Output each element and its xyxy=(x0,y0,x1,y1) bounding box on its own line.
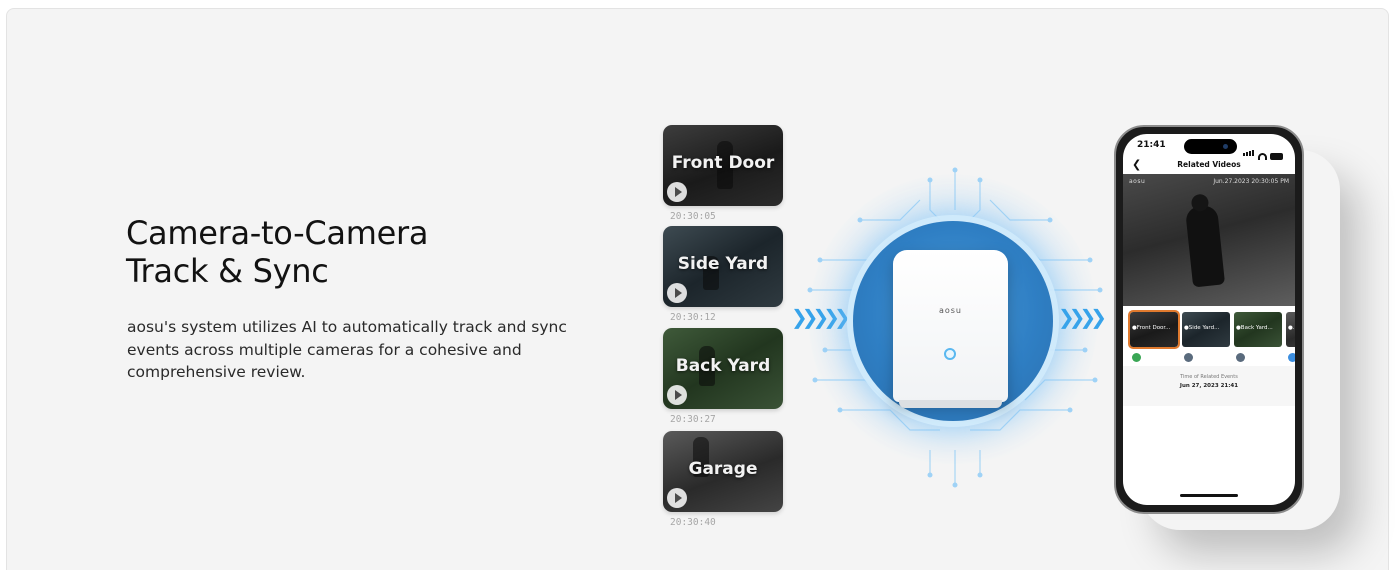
camera-dot-icon xyxy=(1288,353,1295,362)
clip-time: 20:30:40 xyxy=(670,517,716,528)
thumb-label: ●Back Yard... xyxy=(1236,325,1273,331)
play-icon[interactable] xyxy=(667,283,687,303)
play-icon[interactable] xyxy=(667,488,687,508)
status-bar: 21:41 xyxy=(1123,134,1295,160)
related-thumb-side-yard[interactable]: ●Side Yard... xyxy=(1182,312,1230,347)
play-icon[interactable] xyxy=(667,385,687,405)
phone-mockup: 21:41 ❮ Related Videos aosu Jun.27.2023 … xyxy=(1114,125,1304,514)
home-indicator xyxy=(1180,494,1238,497)
clip-time: 20:30:12 xyxy=(670,312,716,323)
camera-dot-icon xyxy=(1236,353,1245,362)
homebase-hub: aosu xyxy=(893,250,1008,408)
hub-led-icon xyxy=(944,348,956,360)
clip-label: Back Yard xyxy=(675,356,771,376)
clip-label: Garage xyxy=(688,459,758,479)
camera-dot-icon xyxy=(1184,353,1193,362)
chevron-right-icon: ❯❯❯❯❯ xyxy=(791,305,851,329)
headline-line-2: Track & Sync xyxy=(126,252,329,290)
thumb-label: ●Front Door... xyxy=(1132,325,1171,331)
headline-line-1: Camera-to-Camera xyxy=(126,214,429,252)
status-clock: 21:41 xyxy=(1137,140,1166,150)
thumb-label: ●Side Yard... xyxy=(1184,325,1220,331)
dynamic-island xyxy=(1184,139,1237,154)
camera-dot-icon xyxy=(1132,353,1141,362)
hub-brand-label: aosu xyxy=(938,306,963,315)
hub-base xyxy=(899,400,1002,408)
related-events-time: Jun 27, 2023 21:41 xyxy=(1179,383,1239,389)
play-icon[interactable] xyxy=(667,182,687,202)
video-timestamp: Jun.27.2023 20:30:05 PM xyxy=(1213,178,1289,185)
chevron-right-icon: ❯❯❯❯ xyxy=(1058,305,1107,329)
related-events-info: Time of Related Events Jun 27, 2023 21:4… xyxy=(1123,366,1295,406)
clip-side-yard[interactable]: Side Yard 20:30:12 xyxy=(663,226,783,323)
related-thumbnail-strip[interactable]: ●Front Door... ●Side Yard... ●Back Yard.… xyxy=(1123,306,1295,350)
video-brand: aosu xyxy=(1129,178,1146,185)
phone-screen: 21:41 ❮ Related Videos aosu Jun.27.2023 … xyxy=(1123,134,1295,505)
related-thumb-garage[interactable]: ●... xyxy=(1286,312,1295,347)
clip-back-yard[interactable]: Back Yard 20:30:27 xyxy=(663,328,783,425)
related-thumb-back-yard[interactable]: ●Back Yard... xyxy=(1234,312,1282,347)
clip-front-door[interactable]: Front Door 20:30:05 xyxy=(663,125,783,222)
clip-garage[interactable]: Garage 20:30:40 xyxy=(663,431,783,528)
clip-thumbnail[interactable]: Front Door xyxy=(663,125,783,206)
clip-label: Front Door xyxy=(671,153,775,173)
clip-thumbnail[interactable]: Side Yard xyxy=(663,226,783,307)
video-player[interactable]: aosu Jun.27.2023 20:30:05 PM xyxy=(1123,174,1295,306)
headline: Camera-to-Camera Track & Sync xyxy=(126,214,546,290)
thumb-label: ●... xyxy=(1288,325,1295,331)
clip-time: 20:30:27 xyxy=(670,414,716,425)
clip-thumbnail[interactable]: Back Yard xyxy=(663,328,783,409)
related-thumb-front-door[interactable]: ●Front Door... xyxy=(1128,310,1180,349)
clip-thumbnail[interactable]: Garage xyxy=(663,431,783,512)
clip-time: 20:30:05 xyxy=(670,211,716,222)
person-silhouette xyxy=(1184,204,1226,288)
feature-description: aosu's system utilizes AI to automatical… xyxy=(127,318,567,381)
screen-title: Related Videos xyxy=(1177,160,1241,169)
related-events-caption: Time of Related Events xyxy=(1180,374,1238,380)
clip-label: Side Yard xyxy=(677,254,769,274)
